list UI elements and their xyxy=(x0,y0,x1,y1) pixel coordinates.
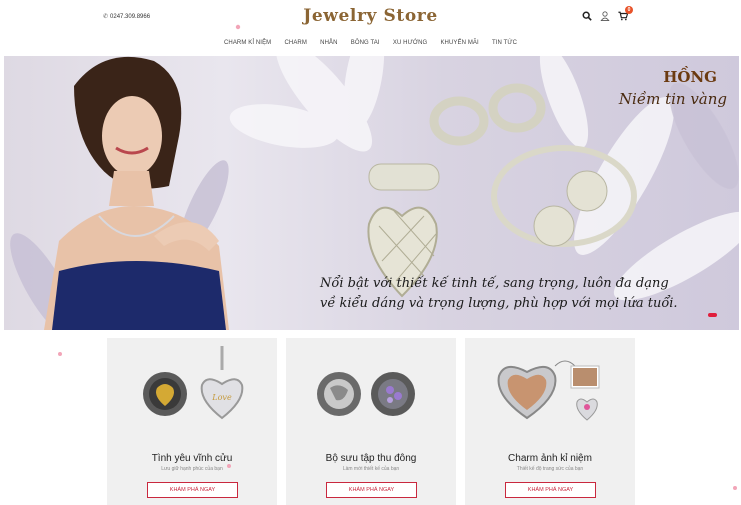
search-icon[interactable] xyxy=(582,10,592,22)
petal-decoration xyxy=(235,24,241,30)
petal-decoration xyxy=(227,464,231,468)
site-header: ✆ 0247.309.8966 Jewelry Store 0 CHARM KỈ… xyxy=(0,0,741,56)
main-nav: CHARM KỈ NIỆM CHARM NHẪN BÔNG TAI XU HƯỚ… xyxy=(0,40,741,46)
nav-item-nhan[interactable]: NHẪN xyxy=(314,40,345,46)
user-icon[interactable] xyxy=(600,10,610,22)
header-icons: 0 xyxy=(582,6,633,22)
hero-banner[interactable]: HỒNG Niềm tin vàng Nổi bật với thiết kế … xyxy=(4,56,739,330)
petal-decoration xyxy=(58,352,62,356)
category-card-1: Love Tình yêu vĩnh cửu Lưu giữ hạnh phúc… xyxy=(107,338,277,505)
cart-button[interactable]: 0 xyxy=(618,6,633,22)
brand-tagline: Niềm tin vàng xyxy=(618,90,727,108)
petal-decoration xyxy=(733,486,737,490)
jewelry-illustration xyxy=(367,83,637,298)
nav-item-charm[interactable]: CHARM xyxy=(278,40,314,46)
nav-item-tin-tuc[interactable]: TIN TỨC xyxy=(485,40,523,46)
charm-image-2 xyxy=(317,372,415,416)
slogan-line-1: Nổi bật với thiết kế tinh tế, sang trọng… xyxy=(320,276,669,291)
explore-button[interactable]: KHÁM PHÁ NGAY xyxy=(147,482,238,498)
card-description: Làm mới thiết kế của bạn xyxy=(342,466,400,472)
nav-item-xu-huong[interactable]: XU HƯỚNG xyxy=(386,40,434,46)
explore-button[interactable]: KHÁM PHÁ NGAY xyxy=(505,482,596,498)
card-title: Tình yêu vĩnh cửu xyxy=(151,453,233,464)
category-card-2: Bộ sưu tập thu đông Làm mới thiết kế của… xyxy=(286,338,456,505)
slogan-line-2: về kiểu dáng và trọng lượng, phù hợp với… xyxy=(320,296,678,311)
explore-button[interactable]: KHÁM PHÁ NGAY xyxy=(326,482,417,498)
svg-text:Love: Love xyxy=(211,393,232,402)
nav-item-bong-tai[interactable]: BÔNG TAI xyxy=(344,40,386,46)
card-title: Bộ sưu tập thu đông xyxy=(325,453,417,464)
banner-slogan: Nổi bật với thiết kế tinh tế, sang trọng… xyxy=(320,274,678,314)
slider-indicator[interactable] xyxy=(708,313,717,317)
nav-item-khuyen-mai[interactable]: KHUYẾN MÃI xyxy=(434,40,486,46)
cart-count-badge: 0 xyxy=(625,6,633,14)
page: ✆ 0247.309.8966 Jewelry Store 0 CHARM KỈ… xyxy=(0,0,741,505)
card-title: Charm ảnh kỉ niệm xyxy=(508,453,592,464)
charm-image-3 xyxy=(497,360,600,421)
charm-image-1: Love xyxy=(143,346,244,420)
category-card-3: Charm ảnh kỉ niệm Thiết kế độ trang sức … xyxy=(465,338,635,505)
card-description: Thiết kế độ trang sức của bạn xyxy=(516,466,584,472)
card-description: Lưu giữ hạnh phúc của bạn xyxy=(161,466,223,472)
nav-item-charm-ki-niem[interactable]: CHARM KỈ NIỆM xyxy=(217,40,278,46)
brand-name: HỒNG xyxy=(663,68,717,86)
